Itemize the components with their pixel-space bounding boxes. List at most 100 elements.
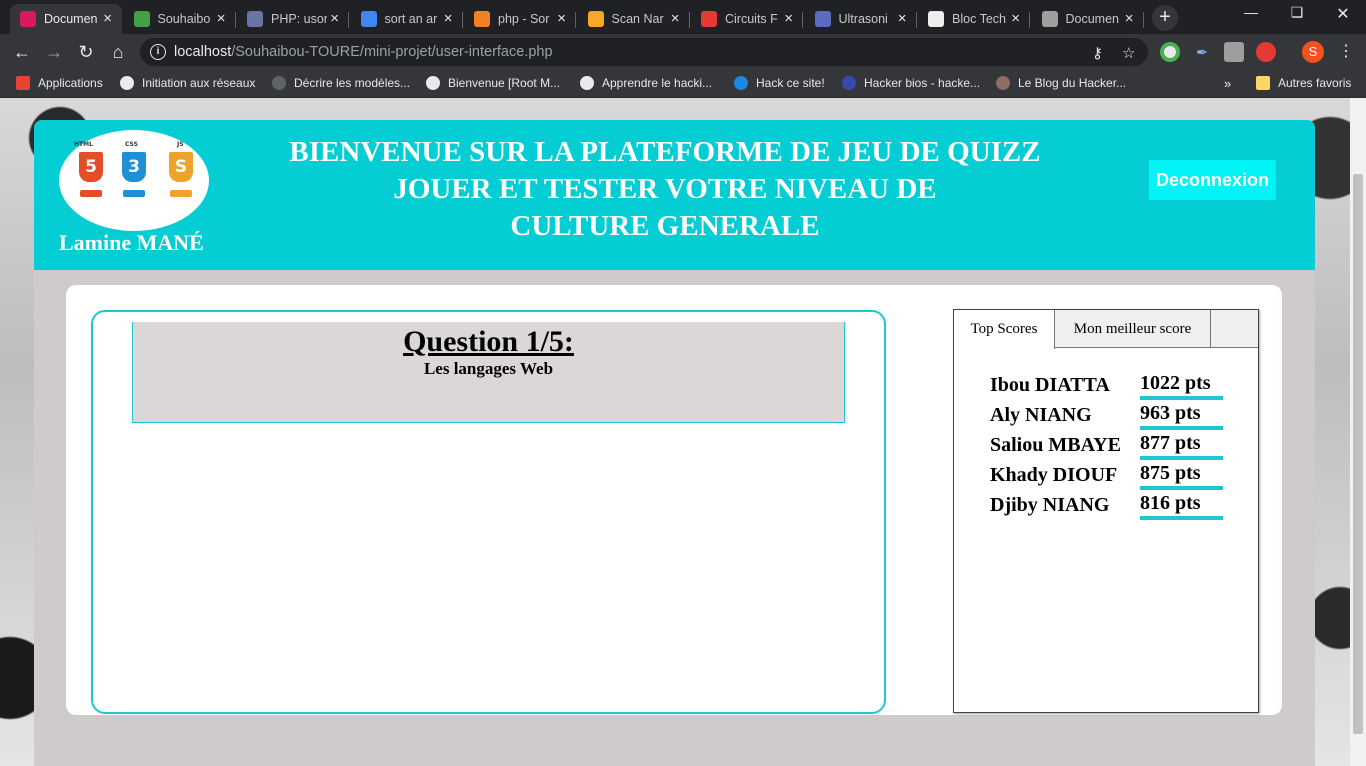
welcome-title: BIENVENUE SUR LA PLATEFORME DE JEU DE QU… [234,134,1096,245]
logo-label-js: JS [177,141,184,148]
tab-close-icon[interactable]: × [671,10,680,27]
score-row: Ibou DIATTA 1022 pts [990,372,1230,402]
bookmark-item[interactable]: Hack ce site! [734,76,825,90]
bookmark-favicon-icon [120,76,134,90]
bookmark-item[interactable]: Décrire les modèles... [272,76,410,90]
tab-favicon-icon [928,11,944,27]
bookmark-item[interactable]: Hacker bios - hacke... [842,76,980,90]
tab-close-icon[interactable]: × [330,10,339,27]
welcome-line-2: JOUER ET TESTER VOTRE NIVEAU DE CULTURE … [393,173,937,242]
score-row: Saliou MBAYE 877 pts [990,432,1230,462]
other-bookmarks[interactable]: Autres favoris [1256,76,1351,90]
score-player-name: Saliou MBAYE [990,434,1121,456]
browser-tab-strip: Documen × Souhaibo × PHP: usor × sort an ar × ph… [0,0,1366,34]
key-icon[interactable]: ⚷ [1092,44,1103,62]
score-row: Aly NIANG 963 pts [990,402,1230,432]
page-scrollbar[interactable] [1350,98,1366,766]
profile-avatar[interactable]: S [1302,41,1324,63]
player-name: Lamine MANÉ [59,230,204,255]
tab-separator [1029,12,1030,28]
browser-tab[interactable]: php - Sor × [464,4,576,34]
tab-separator [461,12,463,28]
tab-favicon-icon [360,11,377,27]
folder-icon [1256,76,1270,90]
tab-title: PHP: usor [271,12,327,26]
tab-top-scores[interactable]: Top Scores [954,310,1055,349]
browser-tab[interactable]: PHP: usor × [237,4,349,34]
apps-grid-icon [16,76,30,90]
browser-tab[interactable]: sort an ar × [351,4,463,34]
pen-extension-icon[interactable]: ✒ [1192,42,1212,62]
close-window-icon[interactable]: ✕ [1320,4,1366,24]
bookmark-item[interactable]: Bienvenue [Root M... [426,76,560,90]
bookmark-label: Bienvenue [Root M... [448,76,561,90]
question-topic: Les langages Web [423,359,554,378]
browser-tab[interactable]: Ultrasoni × [805,4,917,34]
tab-separator [234,12,236,28]
new-tab-button[interactable]: + [1152,5,1178,31]
css-tag-icon [123,190,145,197]
question-number: Question 1/5: [403,325,574,358]
more-bookmarks-icon[interactable]: » [1224,76,1231,91]
extension-icon[interactable] [1160,42,1180,62]
bookmark-item[interactable]: Apprendre le hacki... [580,76,712,90]
bookmark-label: Décrire les modèles... [294,76,411,90]
forward-arrow-icon[interactable]: → [42,40,66,64]
score-points: 1022 pts [1140,372,1211,394]
browser-tab[interactable]: Scan Nar × [578,4,690,34]
address-bar[interactable]: i localhost/Souhaibou-TOURE/mini-projet/… [140,38,1148,66]
maximize-icon[interactable]: ❏ [1274,4,1320,21]
bookmark-star-icon[interactable]: ☆ [1122,44,1135,62]
bookmark-favicon-icon [734,76,748,90]
tab-my-best-score[interactable]: Mon meilleur score [1055,310,1211,348]
back-arrow-icon[interactable]: ← [10,40,34,64]
browser-toolbar: ← → ↻ ⌂ i localhost/Souhaibou-TOURE/mini… [0,34,1366,70]
browser-tab[interactable]: Bloc Tech × [918,4,1030,34]
score-points: 963 pts [1140,402,1201,424]
score-row: Khady DIOUF 875 pts [990,462,1230,492]
home-icon[interactable]: ⌂ [106,40,130,64]
browser-tab[interactable]: Documen × [1032,4,1144,34]
bookmark-item[interactable]: Applications [16,76,103,90]
score-player-name: Aly NIANG [990,404,1092,426]
tomato-extension-icon[interactable] [1256,42,1276,62]
top-scores-list: Ibou DIATTA 1022 pts Aly NIANG 963 pts Salio… [990,372,1230,522]
tab-title: Documen [1065,12,1120,26]
tab-close-icon[interactable]: × [1125,10,1134,27]
browser-tab[interactable]: Souhaibo × [124,4,236,34]
welcome-line-1: BIENVENUE SUR LA PLATEFORME DE JEU DE QU… [289,136,1041,168]
css3-shield-icon: 3 [122,152,146,182]
score-points: 877 pts [1140,432,1201,454]
tab-close-icon[interactable]: × [103,10,112,27]
page-viewport: HTML CSS JS 5 3 S Lamine MANÉ BIENVENUE … [0,98,1350,766]
tab-close-icon[interactable]: × [1011,10,1020,27]
tab-close-icon[interactable]: × [784,10,793,27]
site-info-icon[interactable]: i [150,44,166,60]
score-player-name: Khady DIOUF [990,464,1118,486]
score-player-name: Djiby NIANG [990,494,1110,516]
url-host: localhost [174,44,232,60]
bookmark-item[interactable]: Initiation aux réseaux [120,76,255,90]
other-bookmarks-label: Autres favoris [1278,76,1352,90]
main-content: Question 1/5: Les langages Web Top Score… [66,285,1282,715]
logout-button[interactable]: Deconnexion [1149,160,1276,200]
bookmark-favicon-icon [272,76,286,90]
score-underline [1140,456,1223,460]
bookmark-item[interactable]: Le Blog du Hacker... [996,76,1126,90]
scrollbar-thumb[interactable] [1353,174,1363,734]
tab-separator [1142,12,1144,28]
tab-close-icon[interactable]: × [557,10,566,27]
tab-favicon-icon [20,11,36,27]
tab-close-icon[interactable]: × [444,10,453,27]
bookmark-label: Hacker bios - hacke... [864,76,981,90]
tab-close-icon[interactable]: × [898,10,907,27]
tab-title: Scan Nar [611,12,664,26]
browser-tab[interactable]: Documen × [10,4,122,34]
browser-tab[interactable]: Circuits F × [691,4,803,34]
minimize-icon[interactable]: — [1228,4,1274,20]
tab-close-icon[interactable]: × [217,10,226,27]
bookmark-favicon-icon [842,76,856,90]
menu-icon[interactable]: ⋮ [1334,40,1358,64]
reload-icon[interactable]: ↻ [74,40,98,64]
extension-icon[interactable] [1224,42,1244,62]
